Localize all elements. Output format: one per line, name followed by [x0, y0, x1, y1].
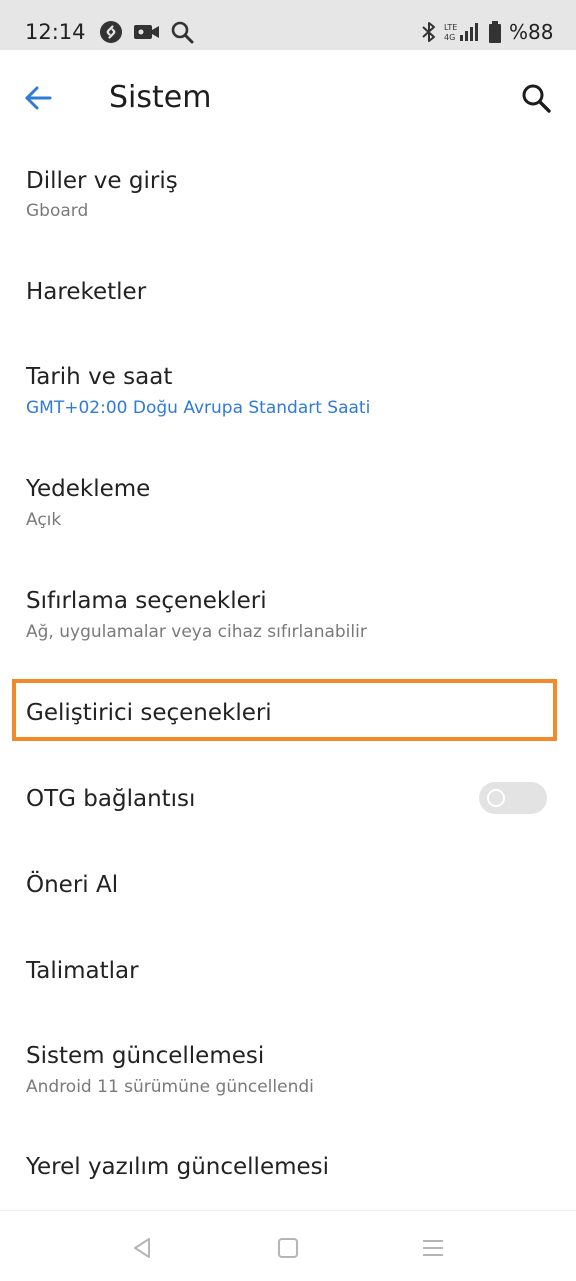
- item-title: Tarih ve saat: [26, 364, 173, 390]
- item-title: Öneri Al: [26, 872, 119, 898]
- list-item-sifirlama-secenekleri[interactable]: Sıfırlama seçenekleri Ağ, uygulamalar ve…: [0, 572, 576, 684]
- item-title: Sistem güncellemesi: [26, 1043, 265, 1069]
- lte-signal-icon: LTE 4G: [444, 23, 478, 42]
- shazam-icon: [100, 21, 122, 43]
- navigation-bar: [0, 1210, 576, 1281]
- status-bar: 12:14 LTE 4G %88: [0, 0, 576, 50]
- nav-back-button[interactable]: [128, 1233, 158, 1263]
- svg-text:4G: 4G: [444, 33, 455, 42]
- item-title: Diller ve giriş: [26, 168, 178, 194]
- list-item-tarih-ve-saat[interactable]: Tarih ve saat GMT+02:00 Doğu Avrupa Stan…: [0, 348, 576, 460]
- item-title: Yedekleme: [26, 476, 151, 502]
- item-title: Geliştirici seçenekleri: [26, 700, 272, 726]
- list-item-oneri-al[interactable]: Öneri Al: [0, 856, 576, 942]
- item-title: Yerel yazılım güncellemesi: [26, 1154, 330, 1180]
- list-item-gelistirici-secenekleri[interactable]: Geliştirici seçenekleri: [0, 684, 576, 770]
- arrow-left-icon: [25, 86, 52, 110]
- search-icon: [171, 21, 194, 44]
- battery-icon: [489, 21, 501, 43]
- menu-lines-icon: [423, 1240, 443, 1256]
- nav-menu-button[interactable]: [418, 1233, 448, 1263]
- battery-percentage: %88: [509, 20, 554, 44]
- item-subtitle: Android 11 sürümüne güncellendi: [26, 1077, 314, 1097]
- back-triangle-icon: [134, 1238, 150, 1258]
- item-title: OTG bağlantısı: [26, 786, 196, 812]
- list-item-hareketler[interactable]: Hareketler: [0, 262, 576, 348]
- toggle-knob: [487, 789, 505, 807]
- page-title: Sistem: [109, 80, 212, 115]
- nav-home-button[interactable]: [273, 1233, 303, 1263]
- home-square-icon: [278, 1238, 298, 1258]
- item-title: Talimatlar: [26, 958, 139, 984]
- list-item-talimatlar[interactable]: Talimatlar: [0, 942, 576, 1028]
- item-title: Sıfırlama seçenekleri: [26, 588, 267, 614]
- list-item-yerel-yazilim-guncellemesi[interactable]: Yerel yazılım güncellemesi: [0, 1140, 576, 1210]
- search-button[interactable]: [516, 78, 556, 118]
- item-subtitle: Açık: [26, 510, 62, 530]
- bluetooth-icon: [422, 22, 435, 42]
- list-item-yedekleme[interactable]: Yedekleme Açık: [0, 460, 576, 572]
- list-item-sistem-guncellemesi[interactable]: Sistem güncellemesi Android 11 sürümüne …: [0, 1028, 576, 1140]
- search-icon: [522, 84, 551, 113]
- video-camera-icon: [134, 25, 159, 39]
- back-button[interactable]: [18, 78, 58, 118]
- item-title: Hareketler: [26, 279, 147, 305]
- list-item-diller-ve-giris[interactable]: Diller ve giriş Gboard: [0, 150, 576, 262]
- svg-text:LTE: LTE: [444, 23, 457, 32]
- item-subtitle: GMT+02:00 Doğu Avrupa Standart Saati: [26, 398, 371, 418]
- item-subtitle: Gboard: [26, 201, 89, 221]
- item-subtitle: Ağ, uygulamalar veya cihaz sıfırlanabili…: [26, 622, 367, 642]
- otg-toggle[interactable]: [479, 782, 547, 814]
- status-time: 12:14: [25, 20, 86, 44]
- app-bar: Sistem: [0, 50, 576, 150]
